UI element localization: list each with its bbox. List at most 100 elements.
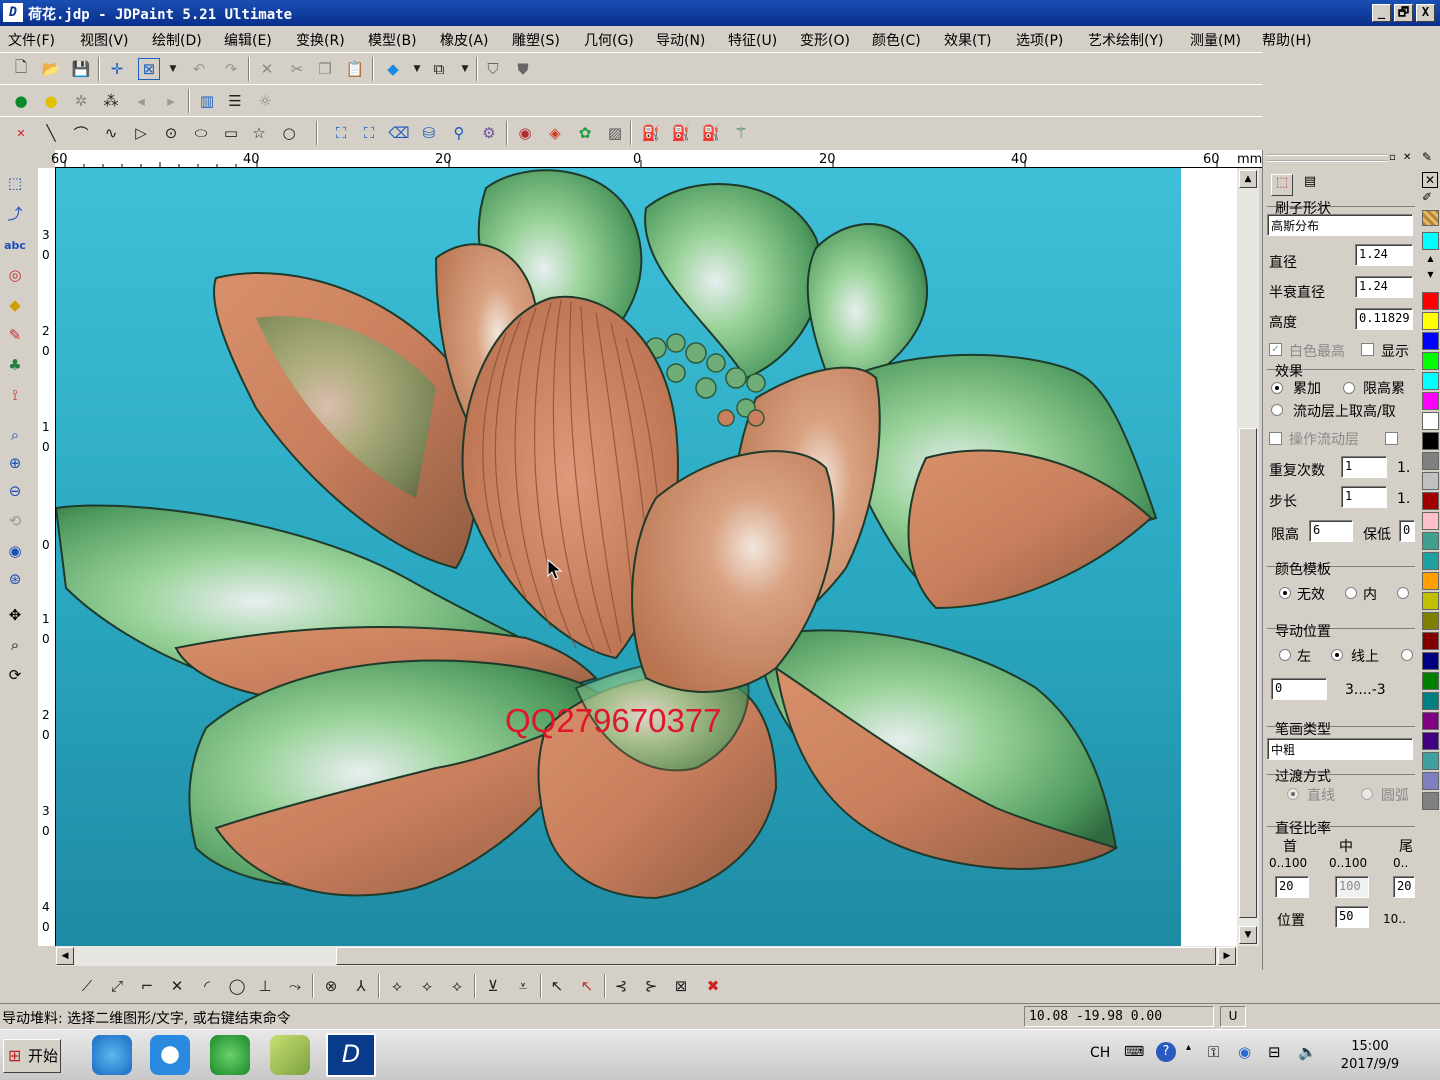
- flow-layer-radio[interactable]: [1271, 404, 1283, 416]
- cancel-x-icon[interactable]: ✖: [702, 975, 724, 997]
- hatch-icon[interactable]: ☰: [224, 90, 246, 112]
- point-icon[interactable]: ✕: [10, 122, 32, 144]
- rgb-icon[interactable]: ✿: [574, 122, 596, 144]
- menu-effect[interactable]: 效果(T): [944, 30, 991, 50]
- bulb-yellow-icon[interactable]: ●: [40, 90, 62, 112]
- select-box-icon[interactable]: ⊠: [138, 58, 160, 80]
- relief-tool-1-icon[interactable]: ⛶: [330, 122, 352, 144]
- zoom-in-icon[interactable]: ⊕: [4, 452, 26, 474]
- scroll-left-icon[interactable]: ◀: [56, 947, 74, 965]
- tab-doc-icon[interactable]: ▤: [1299, 174, 1321, 196]
- crosshair-icon[interactable]: ✛: [106, 58, 128, 80]
- arc-icon[interactable]: ⌒: [70, 122, 92, 144]
- stamp-tool-icon[interactable]: ⚲: [448, 122, 470, 144]
- dropdown-arrow-icon[interactable]: ▼: [162, 58, 184, 80]
- clock[interactable]: 15:00 2017/9/9: [1330, 1038, 1410, 1074]
- pattern-swatch[interactable]: [1422, 210, 1439, 226]
- menu-color[interactable]: 颜色(C): [872, 30, 921, 50]
- eraser-tool-icon[interactable]: ⌫: [388, 122, 410, 144]
- copy-icon[interactable]: ❐: [314, 58, 336, 80]
- dropdown-arrow-icon[interactable]: ▼: [454, 58, 476, 80]
- color-swatch[interactable]: [1422, 672, 1439, 690]
- layer-icon[interactable]: ⧉: [428, 58, 450, 80]
- color-swatch[interactable]: [1422, 512, 1439, 530]
- undo-icon[interactable]: ↶: [188, 58, 210, 80]
- menu-view[interactable]: 视图(V): [80, 30, 129, 50]
- show-checkbox[interactable]: [1361, 343, 1374, 356]
- color-swatch[interactable]: [1422, 492, 1439, 510]
- scroll-down-icon[interactable]: ▼: [1239, 926, 1257, 944]
- palette-scroll-up-icon[interactable]: ▲: [1422, 254, 1439, 268]
- bulb-green-icon[interactable]: ●: [10, 90, 32, 112]
- snap-perpendicular-icon[interactable]: ⊥: [254, 975, 276, 997]
- half-decay-input[interactable]: 1.24: [1355, 276, 1413, 298]
- lights-icon[interactable]: ✲: [70, 90, 92, 112]
- repeat-input[interactable]: 1: [1341, 456, 1387, 478]
- multi-lights-icon[interactable]: ⁂: [100, 90, 122, 112]
- limit-height-radio[interactable]: [1343, 382, 1355, 394]
- no-color-icon[interactable]: ✕: [1422, 172, 1438, 188]
- close-button[interactable]: X: [1416, 4, 1435, 22]
- menu-feature[interactable]: 特征(U): [728, 30, 777, 50]
- paste-icon[interactable]: 📋: [344, 58, 366, 80]
- snap-tangent-icon[interactable]: ⤳: [284, 975, 306, 997]
- spline-icon[interactable]: ∿: [100, 122, 122, 144]
- white-highest-checkbox[interactable]: ✓: [1269, 343, 1282, 356]
- guide-right-radio[interactable]: [1401, 649, 1413, 661]
- color-swatch[interactable]: [1422, 612, 1439, 630]
- color-swatch[interactable]: [1422, 572, 1439, 590]
- color-swatch[interactable]: [1422, 792, 1439, 810]
- color-swatch[interactable]: [1422, 712, 1439, 730]
- pen-icon[interactable]: ✎: [1422, 150, 1432, 164]
- model-canvas[interactable]: QQ279670377: [56, 168, 1181, 946]
- tree-icon[interactable]: ⚚: [730, 122, 752, 144]
- align-bottom-icon[interactable]: ⊻: [482, 975, 504, 997]
- color-swatch[interactable]: [1422, 732, 1439, 750]
- menu-measure[interactable]: 测量(M): [1190, 30, 1241, 50]
- node-edit-3-icon[interactable]: ⟡: [446, 975, 468, 997]
- diameter-input[interactable]: 1.24: [1355, 244, 1413, 266]
- shield-right-icon[interactable]: ⛊: [512, 58, 534, 80]
- redo-icon[interactable]: ↷: [220, 58, 242, 80]
- new-file-icon[interactable]: 🗋: [10, 58, 32, 80]
- language-indicator[interactable]: CH: [1090, 1045, 1110, 1061]
- hatching-icon[interactable]: ▨: [604, 122, 626, 144]
- color-swatch[interactable]: [1422, 232, 1439, 250]
- menu-help[interactable]: 帮助(H): [1262, 30, 1311, 50]
- filter-icon[interactable]: ⊰: [610, 975, 632, 997]
- accumulate-radio[interactable]: [1271, 382, 1283, 394]
- mirror-icon[interactable]: ▥: [196, 90, 218, 112]
- maximize-button[interactable]: 🗗: [1394, 4, 1413, 22]
- keyboard-icon[interactable]: ⌨: [1124, 1044, 1144, 1060]
- guide-left-radio[interactable]: [1279, 649, 1291, 661]
- stroke-type-select[interactable]: 中粗: [1267, 738, 1413, 760]
- fill-icon[interactable]: ⛽: [670, 122, 692, 144]
- guide-tool-icon[interactable]: ◆: [4, 294, 26, 316]
- node-edit-2-icon[interactable]: ⟡: [416, 975, 438, 997]
- limit-input[interactable]: 6: [1309, 520, 1353, 542]
- pick-cancel-icon[interactable]: ↖: [546, 975, 568, 997]
- color-swatch[interactable]: [1422, 332, 1439, 350]
- filter-2-icon[interactable]: ⊱: [640, 975, 662, 997]
- color-swatch[interactable]: [1422, 632, 1439, 650]
- snap-arc-icon[interactable]: ◜: [196, 975, 218, 997]
- scroll-up-icon[interactable]: ▲: [1239, 170, 1257, 188]
- menu-draw[interactable]: 绘制(D): [152, 30, 202, 50]
- arrow-right-icon[interactable]: ▸: [160, 90, 182, 112]
- panel-grip[interactable]: [1267, 154, 1387, 162]
- circle-icon[interactable]: ○: [278, 122, 300, 144]
- brush-color-icon[interactable]: ✐: [1422, 190, 1432, 204]
- menu-model[interactable]: 模型(B): [368, 30, 417, 50]
- ratio-mid-input[interactable]: 100: [1335, 876, 1369, 898]
- vertical-scrollbar[interactable]: ▲ ▼: [1237, 168, 1259, 946]
- save-icon[interactable]: 💾: [70, 58, 92, 80]
- transition-straight-radio[interactable]: [1287, 788, 1299, 800]
- browser-icon[interactable]: [150, 1035, 190, 1075]
- rectangle-icon[interactable]: ▭: [220, 122, 242, 144]
- minimize-button[interactable]: _: [1372, 4, 1391, 22]
- zoom-all-icon[interactable]: ⊛: [4, 568, 26, 590]
- relief-tool-2-icon[interactable]: ⛶: [358, 122, 380, 144]
- color-swatch[interactable]: [1422, 412, 1439, 430]
- menu-art-draw[interactable]: 艺术绘制(Y): [1088, 30, 1163, 50]
- zoom-prev-icon[interactable]: ⟲: [4, 510, 26, 532]
